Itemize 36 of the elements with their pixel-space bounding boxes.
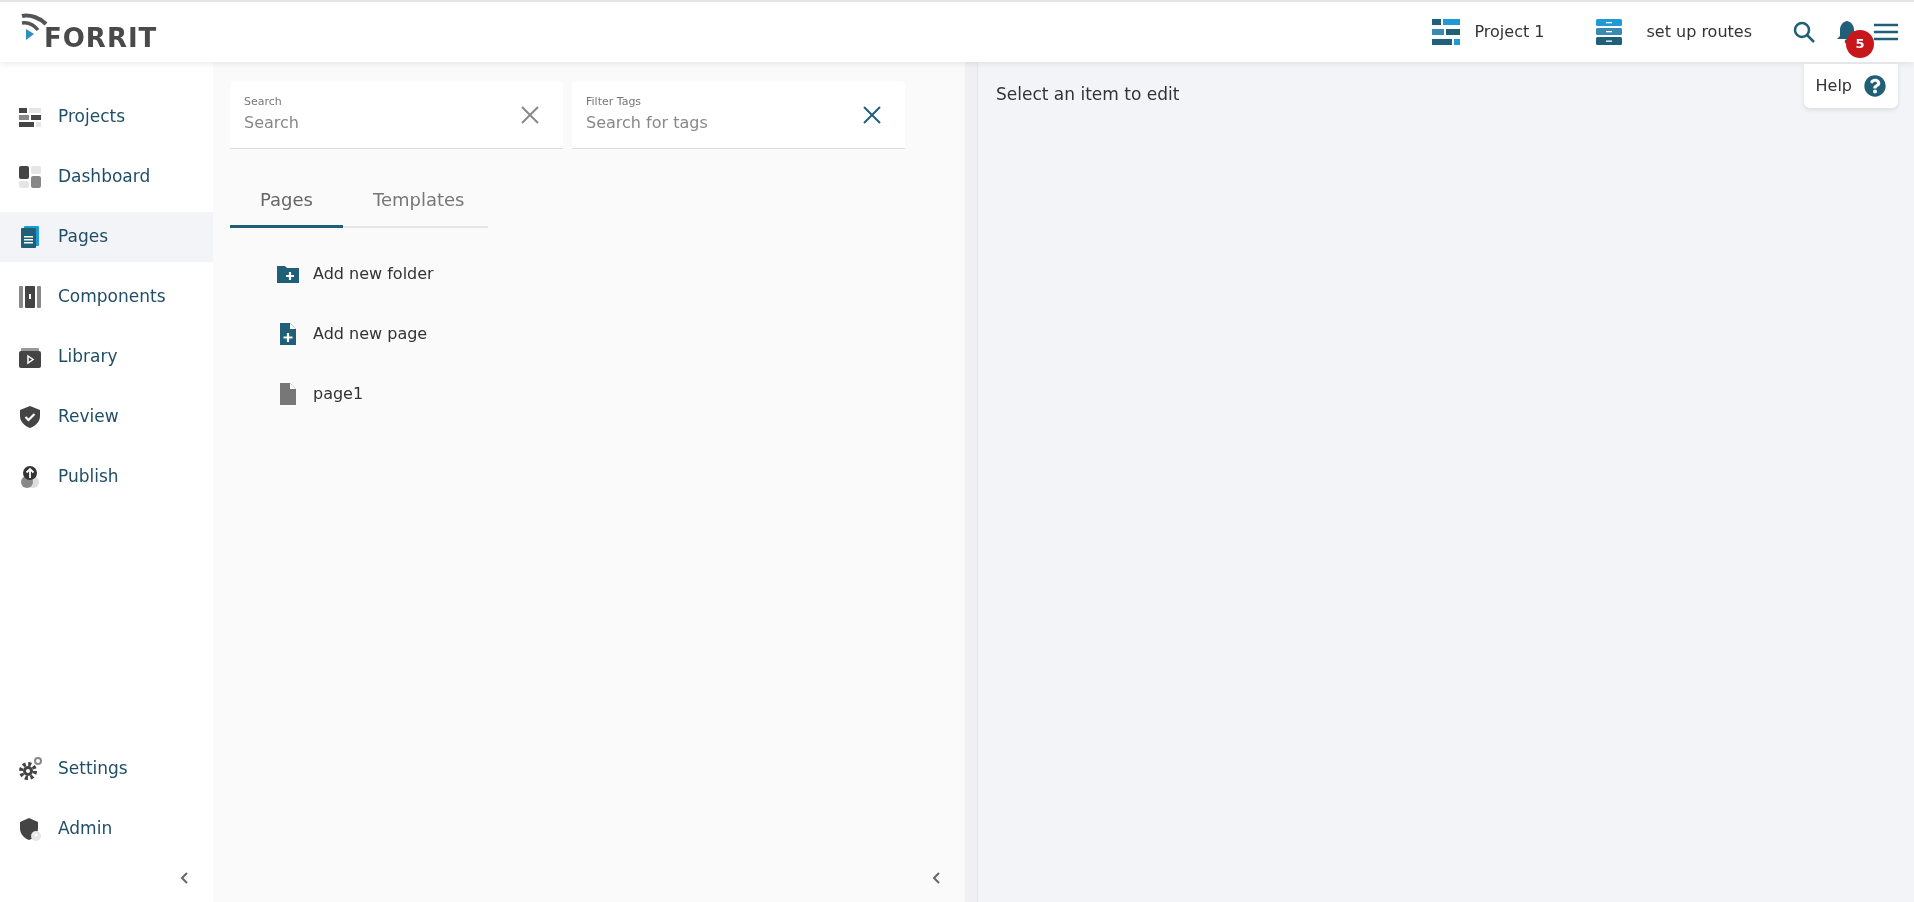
search-input[interactable]: Search [244, 110, 521, 135]
bricks-icon [18, 105, 42, 129]
close-icon[interactable] [863, 105, 881, 124]
menu-button[interactable] [1874, 22, 1898, 42]
help-icon [1864, 75, 1886, 97]
components-icon [18, 285, 42, 309]
list-item[interactable]: page1 [276, 364, 965, 424]
tab[interactable]: Pages [230, 173, 343, 228]
close-icon[interactable] [521, 105, 539, 124]
help-button[interactable]: Help [1803, 64, 1898, 108]
route-selector[interactable]: set up routes [1596, 19, 1752, 45]
tab[interactable]: Templates [342, 173, 495, 228]
search-input[interactable]: Search for tags [586, 110, 863, 135]
bricks-icon [1432, 19, 1461, 45]
dashboard-icon [18, 165, 42, 189]
shield-user-icon [18, 817, 42, 841]
list-item[interactable]: Add new page [276, 304, 965, 364]
search-field[interactable]: Search Search [230, 81, 563, 149]
search-field[interactable]: Filter Tags Search for tags [572, 81, 905, 149]
document-icon [18, 225, 42, 249]
shield-check-icon [18, 405, 42, 429]
empty-state-text: Select an item to edit [996, 84, 1180, 104]
field-label: Search [244, 94, 283, 111]
menu-icon [1874, 22, 1898, 42]
project-selector[interactable]: Project 1 [1432, 19, 1545, 45]
sidebar-item[interactable]: Pages [0, 212, 213, 262]
upload-icon [18, 465, 42, 489]
gears-icon [18, 757, 42, 781]
field-label: Filter Tags [586, 94, 643, 111]
video-library-icon [18, 345, 42, 369]
search-button[interactable] [1792, 20, 1816, 44]
logo[interactable]: FORRIT [20, 12, 158, 52]
search-icon [1792, 20, 1816, 44]
drawers-icon [1596, 19, 1623, 45]
notification-count: 5 [1846, 30, 1874, 58]
list-item[interactable]: Add new folder [276, 244, 965, 304]
